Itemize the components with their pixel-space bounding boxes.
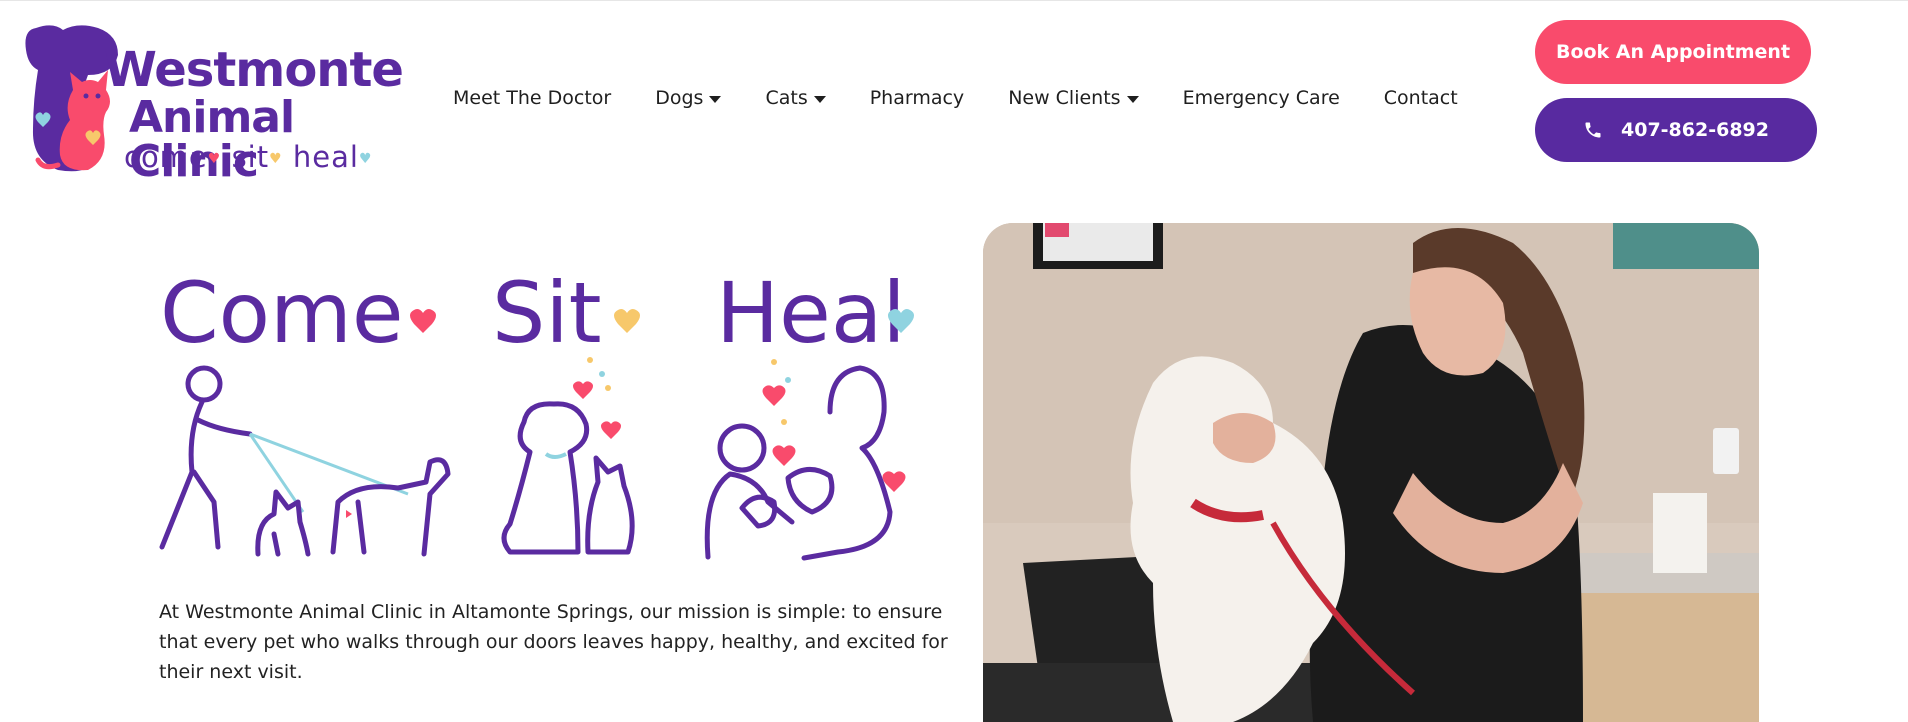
clinic-logo[interactable]: Westmonte Animal Clinic come♥ sit♥ heal♥ <box>18 20 404 184</box>
hero-word-sit: Sit <box>492 264 602 362</box>
caret-down-icon <box>709 95 722 103</box>
heart-icon: ♥ <box>207 151 222 167</box>
walking-person-icon <box>159 365 253 550</box>
nav-label: Meet The Doctor <box>453 87 612 109</box>
nav-label: Pharmacy <box>869 87 965 109</box>
caret-down-icon <box>813 95 826 103</box>
nav-contact[interactable]: Contact <box>1384 87 1458 109</box>
heart-icon <box>614 309 640 333</box>
book-appointment-button[interactable]: Book An Appointment <box>1535 20 1811 84</box>
top-border <box>0 0 1908 1</box>
nav-label: Dogs <box>655 87 704 109</box>
phone-icon <box>1585 122 1601 138</box>
tagline-word-heal: heal <box>292 140 359 174</box>
nav-cats[interactable]: Cats <box>765 87 826 109</box>
nav-new-clients[interactable]: New Clients <box>1008 87 1139 109</box>
nav-label: Cats <box>765 87 808 109</box>
logo-name-line1: Westmonte <box>104 42 404 98</box>
come-sit-heal-illustration: Come Sit Heal <box>158 262 938 580</box>
heart-icon: ♥ <box>358 151 373 167</box>
heart-icon: ♥ <box>269 151 283 167</box>
nav-label: Contact <box>1383 87 1458 109</box>
nav-label: Emergency Care <box>1182 87 1340 109</box>
nav-label: New Clients <box>1008 87 1121 109</box>
phone-number-label: 407-862-6892 <box>1621 119 1769 141</box>
tagline-word-sit: sit <box>231 140 270 174</box>
hero-word-come: Come <box>160 264 404 362</box>
nav-meet-the-doctor[interactable]: Meet The Doctor <box>453 87 611 109</box>
hero-word-heal: Heal <box>716 264 906 362</box>
vet-with-dog-photo <box>983 223 1759 722</box>
owner-vet-with-pets-icon <box>704 365 893 561</box>
heart-icon <box>410 309 436 333</box>
main-nav: Meet The Doctor Dogs Cats Pharmacy New C… <box>453 84 1458 112</box>
caret-down-icon <box>1126 95 1139 103</box>
phone-call-button[interactable]: 407-862-6892 <box>1535 98 1817 162</box>
tagline-word-come: come <box>124 140 208 174</box>
logo-tagline: come♥ sit♥ heal♥ <box>124 140 373 174</box>
nav-pharmacy[interactable]: Pharmacy <box>870 87 964 109</box>
mission-statement: At Westmonte Animal Clinic in Altamonte … <box>159 601 948 683</box>
book-appointment-label: Book An Appointment <box>1555 41 1791 63</box>
nav-emergency-care[interactable]: Emergency Care <box>1183 87 1340 109</box>
nav-dogs[interactable]: Dogs <box>655 87 722 109</box>
